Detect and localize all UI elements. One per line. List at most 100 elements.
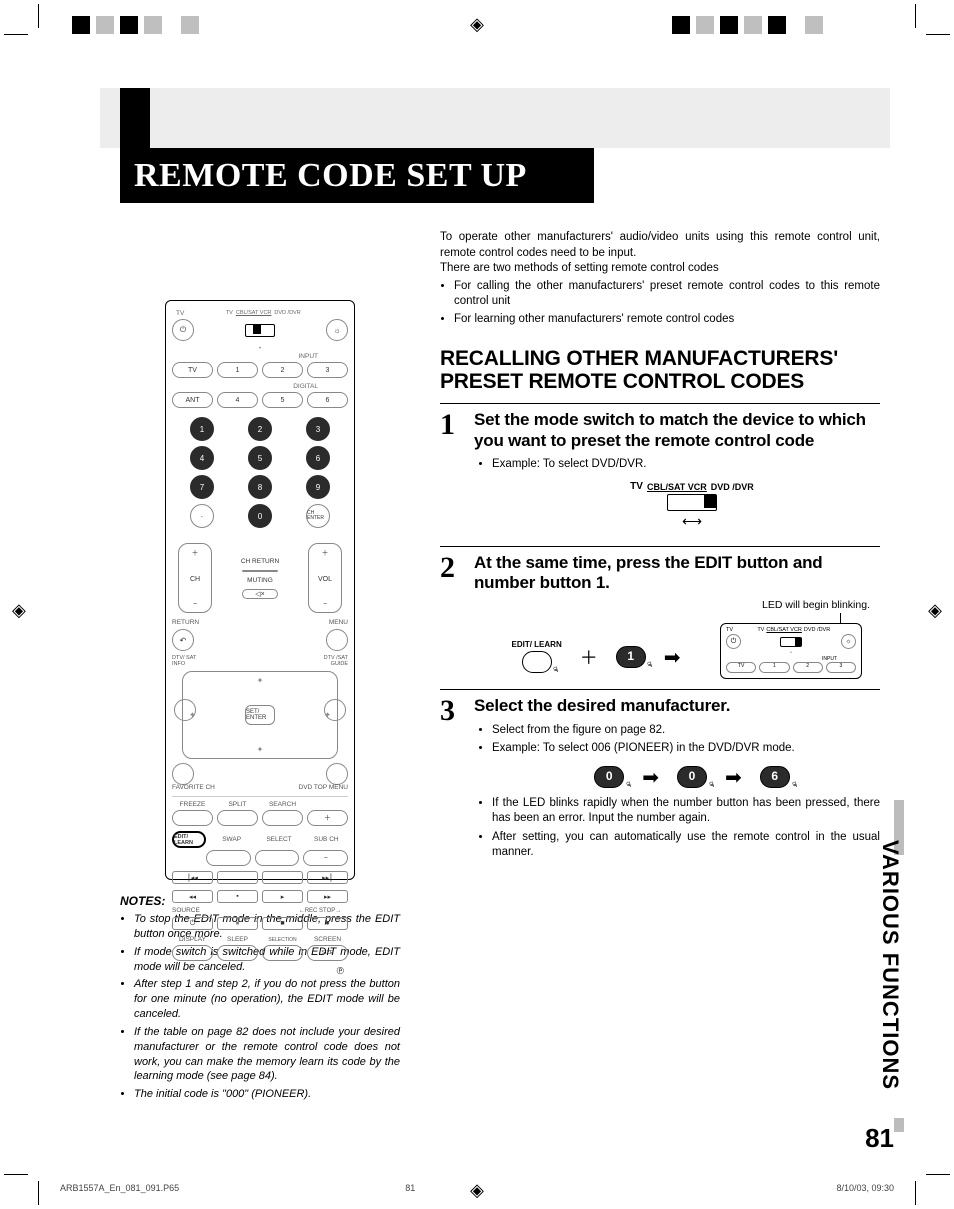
step-bullet: Select from the figure on page 82. <box>492 723 880 739</box>
remote-input-2: 2 <box>262 362 303 378</box>
remote-input-5: 5 <box>262 392 303 408</box>
remote-play: ▸ <box>262 890 303 903</box>
remote-source: ⏻ <box>172 917 213 930</box>
side-tab-accent2 <box>894 1118 904 1132</box>
remote-muting: ◁× <box>242 589 278 599</box>
remote-input-tv: TV <box>172 362 213 378</box>
remote-num-5: 5 <box>248 446 272 470</box>
crop-mark-side-left: ◈ <box>12 600 26 621</box>
remote-skip-fwd: ▸▸⎮ <box>307 871 348 884</box>
arrow-icon: ➡ <box>725 765 742 790</box>
led-label: LED will begin blinking. <box>720 599 870 611</box>
remote-mode-switch <box>245 324 275 337</box>
remote-num-2: 2 <box>248 417 272 441</box>
step-bullet: Example: To select DVD/DVR. <box>492 457 880 473</box>
arrow-icon: ➡ <box>642 765 659 790</box>
remote-brand-logo: ℗ <box>172 966 348 977</box>
remote-num-8: 8 <box>248 475 272 499</box>
arrow-icon: ➡ <box>664 645 681 670</box>
step-bullet: After setting, you can automatically use… <box>492 830 880 861</box>
remote-stop: ■ <box>262 917 303 930</box>
step-bullet: Example: To select 006 (PIONEER) in the … <box>492 741 880 757</box>
remote-subch: − <box>303 850 348 866</box>
remote-t1c <box>262 871 303 884</box>
step3-keys-diagram: 0☟ ➡ 0☟ ➡ 6☟ <box>504 765 880 790</box>
page-number: 81 <box>865 1123 894 1154</box>
intro-bullet: For calling the other manufacturers' pre… <box>454 279 880 310</box>
remote-input-6: 6 <box>307 392 348 408</box>
remote-ch-enter: CH ENTER <box>306 504 330 528</box>
remote-freeze <box>172 810 213 826</box>
footer-file: ARB1557A_En_081_091.P65 <box>60 1183 179 1193</box>
remote-search <box>262 810 303 826</box>
remote-dvdtop-btn <box>326 763 348 785</box>
remote-t1b <box>217 871 258 884</box>
remote-num-7: 7 <box>190 475 214 499</box>
remote-input-3: 3 <box>307 362 348 378</box>
remote-light-btn: ☼ <box>326 319 348 341</box>
remote-ch-rocker: ＋CH− <box>178 543 212 613</box>
remote-num-4: 4 <box>190 446 214 470</box>
remote-skip-back: ⎮◂◂ <box>172 871 213 884</box>
step-1: 1 Set the mode switch to match the devic… <box>440 403 880 535</box>
remote-ff: ▸▸ <box>307 890 348 903</box>
footer-page: 81 <box>405 1183 415 1193</box>
num-6-key-icon: 6☟ <box>760 766 790 788</box>
remote-screen-size: SIZE <box>307 945 348 961</box>
remote-select <box>255 850 300 866</box>
remote-num-1: 1 <box>190 417 214 441</box>
remote-num-3: 3 <box>306 417 330 441</box>
note-item: The initial code is "000" (PIONEER). <box>134 1087 400 1102</box>
mini-remote-diagram: TV TVCBL/SAT VCRDVD /DVR ⏻ ☼ • INPUT <box>720 623 862 679</box>
crop-mark-top: ◈ <box>0 0 954 36</box>
remote-edit-learn: EDIT/ LEARN <box>172 831 206 848</box>
step-title: Select the desired manufacturer. <box>474 696 880 716</box>
remote-display <box>172 945 213 961</box>
num-0-key-icon: 0☟ <box>677 766 707 788</box>
remote-set-enter: SET/ ENTER <box>245 705 275 725</box>
edit-learn-key-icon: ☟ <box>522 651 552 673</box>
remote-input-1: 1 <box>217 362 258 378</box>
remote-selection <box>262 945 303 961</box>
remote-stop2: ▪ <box>217 890 258 903</box>
section-heading: RECALLING OTHER MANUFACTURERS' PRESET RE… <box>440 347 880 393</box>
remote-num-dot: · <box>190 504 214 528</box>
num-1-key-icon: 1☟ <box>616 646 646 668</box>
step-number: 3 <box>440 696 474 868</box>
num-0-key-icon: 0☟ <box>594 766 624 788</box>
remote-num-0: 0 <box>248 504 272 528</box>
remote-ch-return <box>242 570 278 572</box>
remote-split <box>217 810 258 826</box>
remote-sleep <box>217 945 258 961</box>
step-number: 1 <box>440 410 474 535</box>
remote-return-btn: ↶ <box>172 629 194 651</box>
note-item: If the table on page 82 does not include… <box>134 1025 400 1084</box>
remote-menu-btn <box>326 629 348 651</box>
footer-date: 8/10/03, 09:30 <box>836 1183 894 1193</box>
remote-dpad: ✦ ✦ ✦ ✦ SET/ ENTER <box>182 671 338 759</box>
header-band <box>100 88 890 148</box>
mode-switch-diagram: TV CBL/SAT VCR DVD /DVR ⟷ <box>504 481 880 530</box>
remote-power-btn: ⏻ <box>172 319 194 341</box>
remote-ant: ANT <box>172 392 213 408</box>
intro-bullet: For learning other manufacturers' remote… <box>454 312 880 328</box>
step-2: 2 At the same time, press the EDIT butto… <box>440 546 880 680</box>
step2-keys-diagram: EDIT/ LEARN ☟ ＋ 1☟ ➡ <box>484 641 708 673</box>
remote-pause: ⏸ <box>217 917 258 930</box>
remote-vol-rocker: ＋VOL− <box>308 543 342 613</box>
remote-rew: ◂◂ <box>172 890 213 903</box>
remote-illustration: TV TV CBL/SAT VCR DVD /DVR ⏻ ☼ • INPUT T… <box>165 300 355 880</box>
step-title: Set the mode switch to match the device … <box>474 410 880 451</box>
intro-text: To operate other manufacturers' audio/vi… <box>440 230 880 327</box>
crop-mark-side-right: ◈ <box>928 600 942 621</box>
header-accent <box>120 88 150 148</box>
remote-rec: ● <box>307 917 348 930</box>
step-bullet: If the LED blinks rapidly when the numbe… <box>492 796 880 827</box>
step-3: 3 Select the desired manufacturer. Selec… <box>440 689 880 868</box>
side-tab: VARIOUS FUNCTIONS <box>876 800 904 1130</box>
note-item: After step 1 and step 2, if you do not p… <box>134 977 400 1022</box>
remote-input-4: 4 <box>217 392 258 408</box>
remote-swap <box>206 850 251 866</box>
remote-fav-btn <box>172 763 194 785</box>
step-title: At the same time, press the EDIT button … <box>474 553 880 594</box>
